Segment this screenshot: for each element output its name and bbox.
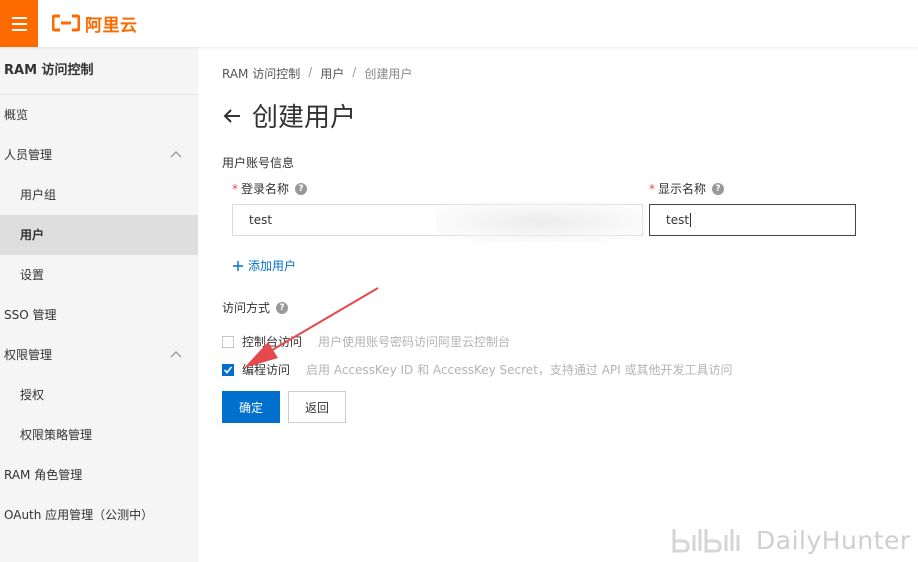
- sidebar-item-label: RAM 角色管理: [4, 468, 83, 482]
- api-access-checkbox[interactable]: [222, 363, 234, 376]
- back-button[interactable]: 返回: [288, 391, 346, 423]
- access-section-label: 访问方式 ?: [222, 299, 289, 316]
- display-name-label-text: 显示名称: [658, 182, 707, 196]
- login-name-label: * 登录名称 ?: [232, 180, 308, 197]
- help-icon[interactable]: ?: [276, 301, 289, 314]
- chevron-up-icon: [170, 351, 182, 358]
- sidebar-item-label: 用户组: [20, 188, 57, 202]
- login-name-label-text: 登录名称: [241, 182, 290, 196]
- sidebar-item-users[interactable]: 用户: [0, 215, 198, 255]
- login-name-value: test: [249, 213, 273, 227]
- page-title: 创建用户: [252, 103, 357, 133]
- watermark: DailyHunter: [670, 524, 911, 556]
- logo-text: 阿里云: [85, 15, 138, 36]
- add-user-link[interactable]: 添加用户: [232, 257, 296, 274]
- bilibili-watermark-icon: [672, 529, 740, 553]
- api-access-description: 启用 AccessKey ID 和 AccessKey Secret，支持通过 …: [306, 363, 733, 377]
- breadcrumb-separator: /: [308, 65, 313, 79]
- sidebar-item-overview[interactable]: 概览: [0, 95, 198, 135]
- help-icon[interactable]: ?: [295, 182, 308, 195]
- hamburger-icon-line: [11, 28, 27, 31]
- console-access-description: 用户使用账号密码访问阿里云控制台: [318, 335, 511, 349]
- sidebar-item-label: 权限策略管理: [20, 428, 93, 442]
- hamburger-icon-line: [11, 22, 27, 25]
- check-icon: [223, 365, 233, 374]
- aliyun-logo-icon: [52, 14, 80, 32]
- breadcrumb-item-users[interactable]: 用户: [320, 65, 344, 82]
- menu-button[interactable]: [0, 0, 38, 47]
- help-icon[interactable]: ?: [712, 182, 725, 195]
- back-arrow-icon[interactable]: [222, 106, 242, 126]
- sidebar-item-label: OAuth 应用管理（公测中）: [4, 508, 154, 522]
- breadcrumb-item-ram[interactable]: RAM 访问控制: [222, 65, 300, 82]
- console-access-label[interactable]: 控制台访问: [242, 333, 302, 350]
- account-section-label: 用户账号信息: [222, 156, 295, 170]
- breadcrumb-item-current: 创建用户: [364, 67, 413, 81]
- display-name-input[interactable]: test: [649, 204, 856, 236]
- watermark-text: DailyHunter: [756, 525, 911, 555]
- sidebar-title: RAM 访问控制: [0, 47, 198, 95]
- text-caret: [690, 213, 692, 227]
- console-access-option: 控制台访问 用户使用账号密码访问阿里云控制台: [222, 333, 510, 350]
- top-bar: 阿里云: [0, 0, 918, 47]
- sidebar-item-label: 人员管理: [4, 148, 53, 162]
- sidebar: RAM 访问控制 概览 人员管理 用户组 用户 设置 SSO 管理 权限管理 授…: [0, 47, 198, 562]
- sidebar-item-label: 权限管理: [4, 348, 53, 362]
- sidebar-item-label: 授权: [20, 388, 45, 402]
- console-access-checkbox[interactable]: [222, 335, 234, 348]
- aliyun-logo[interactable]: 阿里云: [52, 12, 138, 36]
- sidebar-item-oauth[interactable]: OAuth 应用管理（公测中）: [0, 495, 198, 535]
- required-mark: *: [232, 182, 238, 196]
- breadcrumb-separator: /: [352, 65, 357, 79]
- redaction-blur: [436, 202, 646, 242]
- confirm-button[interactable]: 确定: [222, 391, 280, 423]
- sidebar-item-label: SSO 管理: [4, 308, 57, 322]
- sidebar-item-policies[interactable]: 权限策略管理: [0, 415, 198, 455]
- display-name-label: * 显示名称 ?: [649, 180, 725, 197]
- access-section-text: 访问方式: [222, 301, 271, 315]
- hamburger-icon: [11, 16, 27, 19]
- display-name-value: test: [666, 213, 690, 227]
- plus-icon: [233, 260, 243, 271]
- sidebar-item-roles[interactable]: RAM 角色管理: [0, 455, 198, 495]
- sidebar-item-label: 用户: [20, 228, 45, 242]
- sidebar-item-settings[interactable]: 设置: [0, 255, 198, 295]
- sidebar-item-sso[interactable]: SSO 管理: [0, 295, 198, 335]
- sidebar-item-groups[interactable]: 用户组: [0, 175, 198, 215]
- api-access-label[interactable]: 编程访问: [242, 361, 290, 378]
- page-title-row: 创建用户: [222, 97, 356, 134]
- sidebar-item-label: 概览: [4, 108, 29, 122]
- required-mark: *: [649, 182, 655, 196]
- sidebar-item-grants[interactable]: 授权: [0, 375, 198, 415]
- api-access-option: 编程访问 启用 AccessKey ID 和 AccessKey Secret，…: [222, 361, 733, 378]
- breadcrumb: RAM 访问控制 / 用户 / 创建用户: [222, 65, 412, 82]
- sidebar-item-permissions[interactable]: 权限管理: [0, 335, 198, 375]
- sidebar-item-identities[interactable]: 人员管理: [0, 135, 198, 175]
- chevron-up-icon: [170, 151, 182, 158]
- main-content: RAM 访问控制 / 用户 / 创建用户 创建用户 用户账号信息 * 登录名称 ?…: [198, 47, 918, 562]
- add-user-label: 添加用户: [248, 259, 297, 273]
- sidebar-item-label: 设置: [20, 268, 45, 282]
